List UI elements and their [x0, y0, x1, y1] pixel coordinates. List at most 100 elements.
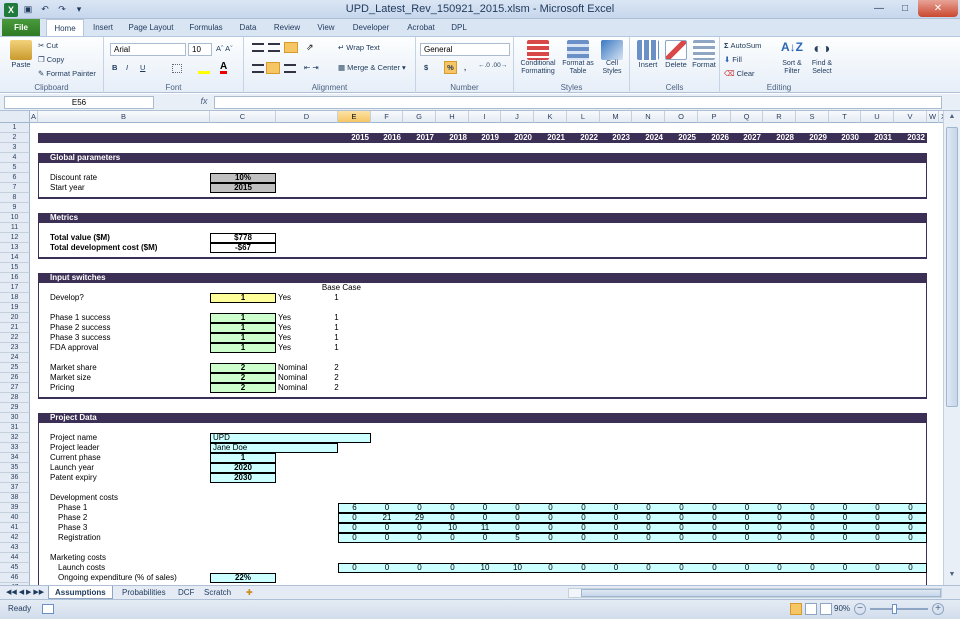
conditional-formatting-button[interactable]: Conditional Formatting — [518, 40, 558, 76]
formula-input[interactable] — [214, 96, 942, 109]
align-middle-icon[interactable] — [268, 43, 280, 52]
font-color-icon[interactable]: A — [220, 62, 228, 74]
cut-button[interactable]: ✂ Cut — [38, 41, 58, 50]
dev-cost-value[interactable]: 0 — [534, 533, 567, 543]
patent-expiry-input[interactable]: 2030 — [210, 473, 276, 483]
dev-cost-value[interactable]: 0 — [829, 513, 861, 523]
delete-cells-button[interactable]: Delete — [662, 40, 690, 69]
row-header[interactable]: 29 — [0, 403, 30, 413]
tab-page-layout[interactable]: Page Layout — [124, 19, 178, 36]
launch-cost-value[interactable]: 10 — [469, 563, 501, 573]
launch-cost-value[interactable]: 0 — [600, 563, 632, 573]
column-header-t[interactable]: T — [829, 111, 861, 123]
excel-logo-icon[interactable]: X — [4, 2, 18, 17]
insert-cells-button[interactable]: Insert — [634, 40, 662, 69]
page-break-view-icon[interactable] — [820, 603, 832, 615]
dev-cost-value[interactable]: 0 — [731, 523, 763, 533]
indent-icons[interactable]: ⇤ ⇥ — [304, 63, 319, 72]
dev-cost-value[interactable]: 0 — [371, 503, 403, 513]
current-phase-input[interactable]: 1 — [210, 453, 276, 463]
row-header[interactable]: 2 — [0, 133, 30, 143]
switch-input[interactable]: 2 — [210, 373, 276, 383]
customize-qat-icon[interactable]: ▾ — [72, 3, 86, 17]
zoom-slider[interactable] — [870, 608, 928, 610]
macro-record-icon[interactable] — [42, 604, 54, 614]
tab-formulas[interactable]: Formulas — [186, 19, 226, 36]
launch-cost-value[interactable]: 0 — [665, 563, 698, 573]
ongoing-expenditure-input[interactable]: 22% — [210, 573, 276, 583]
launch-cost-value[interactable]: 0 — [436, 563, 469, 573]
dev-cost-value[interactable]: 0 — [567, 523, 600, 533]
tab-insert[interactable]: Insert — [88, 19, 118, 36]
clear-button[interactable]: ⌫ Clear — [724, 69, 755, 78]
dev-cost-value[interactable]: 0 — [600, 513, 632, 523]
scroll-up-icon[interactable]: ▲ — [946, 113, 958, 125]
dev-cost-value[interactable]: 0 — [861, 533, 894, 543]
row-header[interactable]: 27 — [0, 383, 30, 393]
dev-cost-value[interactable]: 0 — [632, 513, 665, 523]
font-name-select[interactable]: Arial — [110, 43, 186, 56]
row-header[interactable]: 31 — [0, 423, 30, 433]
column-header-r[interactable]: R — [763, 111, 796, 123]
tab-file[interactable]: File — [2, 19, 40, 36]
sort-filter-button[interactable]: A↓Z Sort & Filter — [778, 40, 806, 76]
dev-cost-value[interactable]: 0 — [861, 503, 894, 513]
dev-cost-value[interactable]: 0 — [665, 513, 698, 523]
copy-button[interactable]: ❐ Copy — [38, 55, 64, 64]
close-icon[interactable]: ✕ — [918, 0, 958, 17]
number-format-select[interactable]: General — [420, 43, 510, 56]
total-value-cell[interactable]: $778 — [210, 233, 276, 243]
row-header[interactable]: 26 — [0, 373, 30, 383]
launch-cost-value[interactable]: 0 — [829, 563, 861, 573]
tab-review[interactable]: Review — [270, 19, 304, 36]
row-header[interactable]: 43 — [0, 543, 30, 553]
dev-cost-value[interactable]: 0 — [731, 503, 763, 513]
bold-button[interactable]: B — [112, 63, 117, 72]
dev-cost-value[interactable]: 0 — [436, 533, 469, 543]
paste-button[interactable]: Paste — [6, 40, 36, 69]
column-header-o[interactable]: O — [665, 111, 698, 123]
dev-cost-value[interactable]: 0 — [403, 503, 436, 513]
project-leader-input[interactable]: Jane Doe — [210, 443, 338, 453]
dev-cost-value[interactable]: 0 — [665, 533, 698, 543]
row-header[interactable]: 22 — [0, 333, 30, 343]
row-header[interactable]: 9 — [0, 203, 30, 213]
row-header[interactable]: 42 — [0, 533, 30, 543]
dev-cost-value[interactable]: 0 — [338, 523, 371, 533]
start-year-input[interactable]: 2015 — [210, 183, 276, 193]
row-header[interactable]: 4 — [0, 153, 30, 163]
worksheet-grid[interactable]: Global parameters Discount rate 10% Star… — [30, 123, 943, 593]
row-header[interactable]: 38 — [0, 493, 30, 503]
dev-cost-value[interactable]: 0 — [698, 523, 731, 533]
italic-button[interactable]: I — [126, 63, 128, 72]
row-header[interactable]: 17 — [0, 283, 30, 293]
dev-cost-value[interactable]: 0 — [894, 533, 927, 543]
launch-cost-value[interactable]: 0 — [763, 563, 796, 573]
borders-icon[interactable] — [172, 64, 182, 73]
total-dev-cost-cell[interactable]: -$67 — [210, 243, 276, 253]
horizontal-scroll-thumb[interactable] — [581, 589, 941, 597]
dev-cost-value[interactable]: 0 — [894, 513, 927, 523]
row-header[interactable]: 33 — [0, 443, 30, 453]
find-select-button[interactable]: ◐◑ Find & Select — [808, 40, 836, 76]
dev-cost-value[interactable]: 0 — [829, 523, 861, 533]
vertical-scrollbar[interactable]: ▲ ▼ — [943, 111, 960, 585]
dev-cost-value[interactable]: 0 — [600, 523, 632, 533]
launch-cost-value[interactable]: 0 — [894, 563, 927, 573]
dev-cost-value[interactable]: 0 — [665, 523, 698, 533]
sheet-tab-probabilities[interactable]: Probabilities — [116, 586, 172, 599]
align-left-icon[interactable] — [252, 64, 264, 73]
column-header-s[interactable]: S — [796, 111, 829, 123]
column-header-k[interactable]: K — [534, 111, 567, 123]
column-header-q[interactable]: Q — [731, 111, 763, 123]
redo-icon[interactable]: ↷ — [55, 3, 69, 17]
save-icon[interactable]: ▣ — [21, 3, 35, 17]
switch-input[interactable]: 2 — [210, 363, 276, 373]
page-layout-view-icon[interactable] — [805, 603, 817, 615]
row-header[interactable]: 35 — [0, 463, 30, 473]
switch-input[interactable]: 1 — [210, 323, 276, 333]
column-header-m[interactable]: M — [600, 111, 632, 123]
row-header[interactable]: 15 — [0, 263, 30, 273]
row-header[interactable]: 37 — [0, 483, 30, 493]
dev-cost-value[interactable]: 0 — [763, 503, 796, 513]
